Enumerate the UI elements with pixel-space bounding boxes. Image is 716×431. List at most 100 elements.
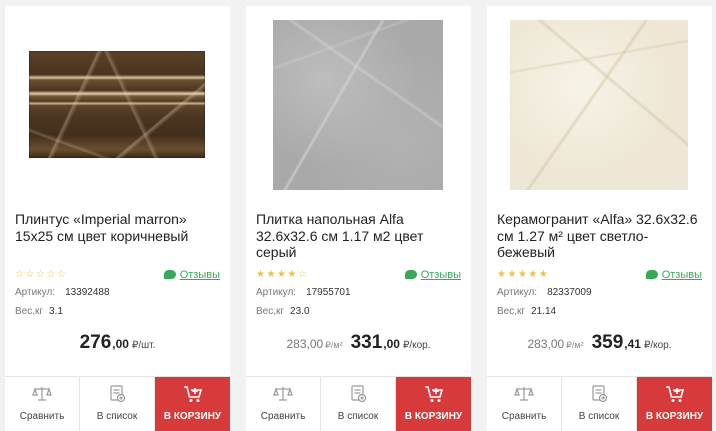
price-block: 276,00 ₽/шт. <box>5 332 230 356</box>
weight-row: Вес,кг 21.14 <box>497 306 556 318</box>
weight-value: 21.14 <box>531 306 557 317</box>
article-value: 82337009 <box>547 287 592 298</box>
add-to-list-button[interactable]: В список <box>321 377 396 431</box>
add-to-list-button[interactable]: В список <box>80 377 155 431</box>
star-icon: ★ <box>497 269 508 280</box>
card-actions: Сравнить В список В КОРЗИНУ <box>246 376 471 431</box>
scales-icon <box>487 385 561 403</box>
cart-label: В КОРЗИНУ <box>645 411 704 422</box>
cart-label: В КОРЗИНУ <box>404 411 463 422</box>
add-to-cart-button[interactable]: В КОРЗИНУ <box>637 377 712 431</box>
cart-icon <box>637 385 712 403</box>
add-to-cart-button[interactable]: В КОРЗИНУ <box>155 377 230 431</box>
star-icon: ★ <box>538 269 550 280</box>
product-image[interactable] <box>510 20 688 190</box>
price-block: 283,00 ₽/м² 331,00 ₽/кор. <box>246 332 471 356</box>
compare-button[interactable]: Сравнить <box>487 377 562 431</box>
star-icon: ★ <box>287 269 298 280</box>
product-image[interactable] <box>273 20 443 190</box>
compare-button[interactable]: Сравнить <box>246 377 321 431</box>
product-image-link[interactable] <box>5 6 230 201</box>
reviews-link[interactable]: Отзывы <box>404 268 461 282</box>
star-icon: ★ <box>266 269 277 280</box>
cart-icon <box>155 385 230 403</box>
add-to-list-button[interactable]: В список <box>562 377 637 431</box>
weight-value: 3.1 <box>49 306 63 317</box>
article-row: Артикул: 82337009 <box>497 287 592 299</box>
product-image[interactable] <box>29 51 205 158</box>
article-label: Артикул: <box>256 287 297 298</box>
weight-row: Вес,кг 23.0 <box>256 306 310 318</box>
article-value: 13392488 <box>65 287 110 298</box>
cart-icon <box>396 385 471 403</box>
star-icon: ★ <box>276 269 288 280</box>
price-integer: 359 <box>591 332 624 353</box>
rating-stars: ☆☆☆☆☆ <box>15 268 67 282</box>
list-label: В список <box>96 411 138 422</box>
price-integer: 331 <box>350 332 383 353</box>
product-card: Керамогранит «Alfa» 32.6x32.6 см 1.27 м²… <box>487 6 712 431</box>
chat-bubble-icon <box>404 270 417 279</box>
old-price-value: 283,00 <box>527 337 565 351</box>
star-icon: ★ <box>517 269 529 280</box>
list-icon <box>562 385 636 403</box>
star-icon: ☆ <box>15 269 26 280</box>
star-icon: ★ <box>256 269 267 280</box>
product-image-link[interactable] <box>246 6 471 201</box>
price-unit: ₽/кор. <box>402 340 431 351</box>
weight-label: Вес,кг <box>256 306 285 317</box>
reviews-label[interactable]: Отзывы <box>421 269 461 281</box>
weight-row: Вес,кг 3.1 <box>15 306 63 318</box>
compare-button[interactable]: Сравнить <box>5 377 80 431</box>
old-price-unit: ₽/м² <box>325 340 343 350</box>
article-row: Артикул: 13392488 <box>15 287 110 299</box>
old-price: 283,00 ₽/м² <box>527 337 583 351</box>
product-image-link[interactable] <box>487 6 712 201</box>
price-unit: ₽/шт. <box>131 340 156 351</box>
star-icon: ☆ <box>35 269 47 280</box>
star-icon: ★ <box>528 269 539 280</box>
list-icon <box>80 385 154 403</box>
price-fraction: ,41 <box>624 337 641 351</box>
reviews-label[interactable]: Отзывы <box>662 269 702 281</box>
scales-icon <box>246 385 320 403</box>
price-unit: ₽/кор. <box>643 340 672 351</box>
article-label: Артикул: <box>15 287 56 298</box>
product-title[interactable]: Плитка напольная Alfa 32.6x32.6 см 1.17 … <box>256 211 461 261</box>
list-label: В список <box>578 411 620 422</box>
compare-label: Сравнить <box>260 411 306 422</box>
price-fraction: ,00 <box>383 337 400 351</box>
product-card: Плитка напольная Alfa 32.6x32.6 см 1.17 … <box>246 6 471 431</box>
star-icon: ☆ <box>25 269 36 280</box>
rating-row: ★★★★☆ Отзывы <box>256 268 461 284</box>
chat-bubble-icon <box>645 270 658 279</box>
product-title[interactable]: Плинтус «Imperial marron» 15x25 см цвет … <box>15 211 220 244</box>
list-label: В список <box>337 411 379 422</box>
star-icon: ☆ <box>46 269 57 280</box>
price-block: 283,00 ₽/м² 359,41 ₽/кор. <box>487 332 712 356</box>
reviews-label[interactable]: Отзывы <box>180 269 220 281</box>
chat-bubble-icon <box>163 270 176 279</box>
old-price-unit: ₽/м² <box>566 340 584 350</box>
list-icon <box>321 385 395 403</box>
rating-row: ★★★★★ Отзывы <box>497 268 702 284</box>
article-value: 17955701 <box>306 287 351 298</box>
article-label: Артикул: <box>497 287 538 298</box>
old-price-value: 283,00 <box>286 337 324 351</box>
star-icon: ★ <box>507 269 518 280</box>
weight-label: Вес,кг <box>497 306 526 317</box>
reviews-link[interactable]: Отзывы <box>163 268 220 282</box>
compare-label: Сравнить <box>19 411 65 422</box>
price-fraction: ,00 <box>112 337 129 351</box>
add-to-cart-button[interactable]: В КОРЗИНУ <box>396 377 471 431</box>
product-title[interactable]: Керамогранит «Alfa» 32.6x32.6 см 1.27 м²… <box>497 211 702 261</box>
star-icon: ☆ <box>56 269 68 280</box>
reviews-link[interactable]: Отзывы <box>645 268 702 282</box>
card-actions: Сравнить В список В КОРЗИНУ <box>487 376 712 431</box>
old-price: 283,00 ₽/м² <box>286 337 342 351</box>
weight-label: Вес,кг <box>15 306 44 317</box>
compare-label: Сравнить <box>501 411 547 422</box>
card-actions: Сравнить В список В КОРЗИНУ <box>5 376 230 431</box>
rating-stars: ★★★★☆ <box>256 268 308 282</box>
scales-icon <box>5 385 79 403</box>
